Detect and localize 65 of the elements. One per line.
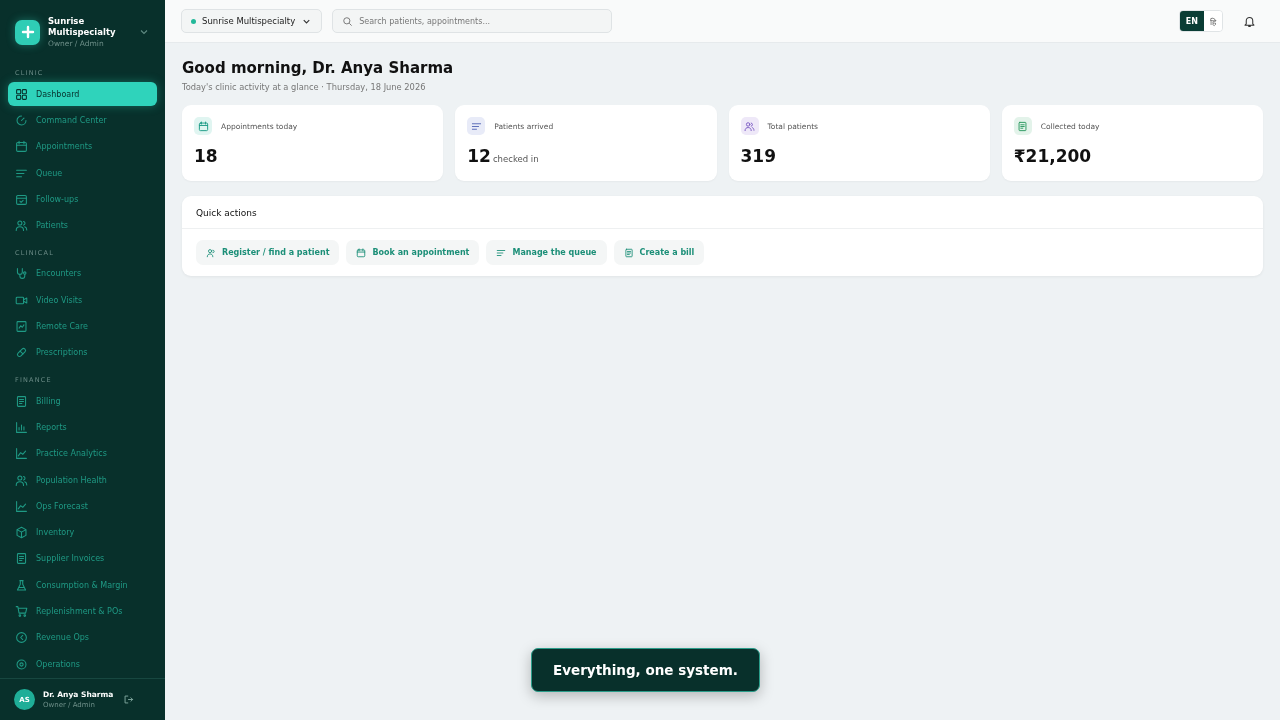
nav-item[interactable]: Practice Analytics — [8, 441, 157, 466]
cart-icon — [15, 605, 28, 618]
nav-item[interactable]: Supplier Invoices — [8, 546, 157, 572]
quick-action-button[interactable]: Create a bill — [613, 240, 705, 265]
nav-item[interactable]: Reports — [8, 415, 157, 440]
line-chart-icon — [15, 447, 28, 461]
organization-name: Sunrise Multispecialty — [48, 16, 117, 38]
nav-item[interactable]: Follow-ups — [8, 187, 157, 212]
person-icon — [206, 247, 216, 258]
pill-icon — [15, 346, 28, 360]
logout-icon[interactable] — [123, 694, 135, 706]
calendar-icon — [356, 247, 367, 258]
calendar-icon — [15, 192, 28, 206]
nav-item[interactable]: Command Center — [8, 108, 157, 133]
nav-item[interactable]: Appointments — [8, 134, 157, 159]
document-icon — [15, 394, 28, 408]
toast-message: Everything, one system. — [531, 648, 760, 692]
line-chart-icon — [15, 499, 28, 513]
calendar-icon — [15, 140, 28, 154]
people-icon — [15, 473, 28, 487]
nav-item[interactable]: Patients — [8, 213, 157, 238]
quick-action-button[interactable]: Manage the queue — [486, 240, 607, 265]
nav-item[interactable]: Video Visits — [8, 288, 157, 313]
nav-item[interactable]: Replenishment & POs — [8, 599, 157, 624]
clinic-selector[interactable]: Sunrise Multispecialty — [181, 9, 323, 33]
chart-icon — [15, 320, 28, 333]
language-toggle[interactable]: हि — [1204, 11, 1222, 31]
bar-chart-icon — [15, 420, 28, 434]
stat-value: 319 — [740, 146, 776, 166]
nav-item[interactable]: Prescriptions — [8, 340, 157, 365]
quick-action-button[interactable]: Register / find a patient — [196, 240, 340, 265]
panel-title: Quick actions — [196, 208, 257, 218]
nav-item[interactable]: Population Health — [8, 467, 157, 493]
nav-item[interactable]: Billing — [8, 388, 157, 414]
nav-item[interactable]: Revenue Ops — [8, 625, 157, 650]
stat-value: 12 — [467, 146, 491, 166]
greeting-title: Good morning, Dr. Anya Sharma — [182, 59, 455, 77]
search-icon — [342, 16, 354, 27]
flask-icon — [15, 578, 28, 592]
gauge-icon — [15, 113, 28, 127]
people-icon — [15, 219, 28, 233]
document-icon — [15, 552, 28, 566]
lines-icon — [496, 247, 507, 258]
nav-item[interactable]: Consumption & Margin — [8, 573, 157, 598]
nav-item[interactable]: Dashboard — [8, 82, 157, 107]
document-icon — [623, 247, 634, 258]
nav-item[interactable]: Encounters — [8, 261, 157, 287]
stat-unit: checked in — [492, 154, 539, 164]
nav-item[interactable]: Remote Care — [8, 314, 157, 339]
nav-item[interactable]: Queue — [8, 160, 157, 186]
greeting-subtitle: Today's clinic activity at a glance · Thursday, 18 June 2026 — [182, 82, 427, 92]
notification-bell-icon[interactable] — [1243, 14, 1256, 28]
language-toggle[interactable]: EN — [1179, 11, 1204, 31]
stat-value: ₹21,200 — [1013, 146, 1092, 166]
nav-item[interactable]: Ops Forecast — [8, 494, 157, 519]
circle-icon — [15, 631, 28, 645]
nav-item[interactable]: Inventory — [8, 520, 157, 545]
cube-icon — [15, 526, 28, 540]
quick-action-button[interactable]: Book an appointment — [346, 240, 480, 265]
nav-item[interactable]: Operations — [8, 651, 157, 677]
grid-icon — [15, 87, 28, 101]
stat-value: 18 — [194, 146, 218, 166]
plus-logo-icon — [15, 19, 40, 45]
stethoscope-icon — [15, 267, 28, 281]
search-field[interactable]: Search patients, appointments... — [332, 9, 613, 33]
